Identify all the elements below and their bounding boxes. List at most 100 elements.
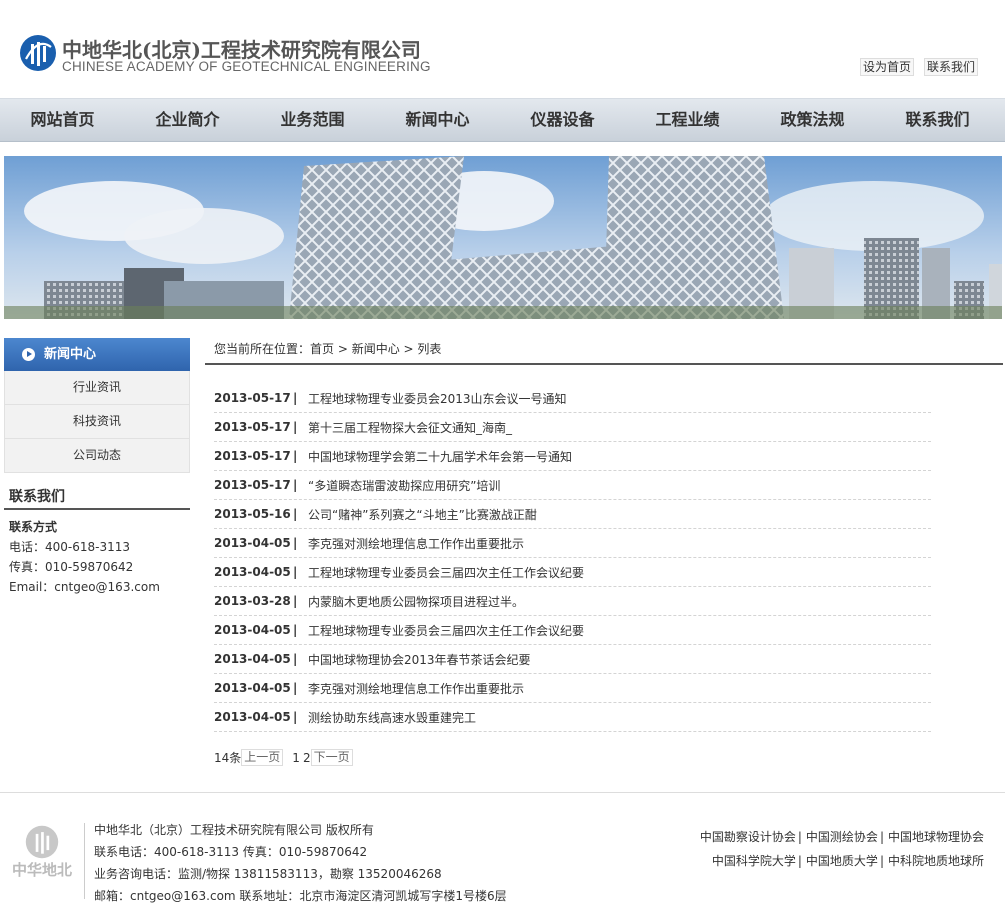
- nav-item-contact[interactable]: 联系我们: [875, 99, 1000, 141]
- sidebar-heading[interactable]: 新闻中心: [4, 338, 190, 371]
- news-title-link[interactable]: 中国地球物理学会第二十九届学术年会第一号通知: [308, 448, 572, 465]
- news-title-link[interactable]: “多道瞬态瑞雷波勘探应用研究”培训: [308, 477, 500, 494]
- news-separator: |: [293, 420, 298, 434]
- news-title-link[interactable]: 内蒙脑木更地质公园物探项目进程过半。: [308, 593, 524, 610]
- page-1-link[interactable]: 1: [292, 751, 300, 765]
- news-date: 2013-05-17: [214, 420, 291, 434]
- footer-links-row-2: 中国科学院大学 | 中国地质大学 | 中科院地质地球所: [712, 852, 984, 869]
- breadcrumb-prefix: 您当前所在位置：: [214, 342, 311, 356]
- news-item: 2013-04-05 | 李克强对测绘地理信息工作作出重要批示: [214, 529, 931, 558]
- nav-item-about[interactable]: 企业简介: [125, 99, 250, 141]
- news-date: 2013-04-05: [214, 623, 291, 637]
- footer-copyright: 中地华北（北京）工程技术研究院有限公司 版权所有: [94, 823, 374, 837]
- footer-phone: 联系电话：400-618-3113 传真：010-59870642: [94, 845, 368, 859]
- news-date: 2013-05-17: [214, 478, 291, 492]
- news-separator: |: [293, 449, 298, 463]
- footer-link-separator: |: [797, 854, 802, 868]
- set-homepage-link[interactable]: 设为首页: [859, 58, 914, 76]
- contact-fax: 传真：010-59870642: [9, 560, 134, 574]
- news-date: 2013-04-05: [214, 652, 291, 666]
- nav-item-news[interactable]: 新闻中心: [375, 99, 500, 141]
- footer-link-surveying[interactable]: 中国测绘协会: [806, 830, 878, 844]
- prev-page-button[interactable]: 上一页: [241, 749, 284, 766]
- news-item: 2013-05-16 | 公司“赌神”系列赛之“斗地主”比赛激战正酣: [214, 500, 931, 529]
- news-title-link[interactable]: 中国地球物理协会2013年春节茶话会纪要: [308, 651, 531, 668]
- news-date: 2013-05-17: [214, 449, 291, 463]
- news-title-link[interactable]: 工程地球物理专业委员会三届四次主任工作会议纪要: [308, 622, 584, 639]
- footer-link-ucas[interactable]: 中国科学院大学: [712, 854, 796, 868]
- news-item: 2013-04-05 | 工程地球物理专业委员会三届四次主任工作会议纪要: [214, 558, 931, 587]
- news-separator: |: [293, 681, 298, 695]
- news-title-link[interactable]: 公司“赌神”系列赛之“斗地主”比赛激战正酣: [308, 506, 537, 523]
- news-date: 2013-04-05: [214, 536, 291, 550]
- sidebar-menu: 行业资讯 科技资讯 公司动态: [4, 371, 190, 473]
- nav-item-services[interactable]: 业务范围: [250, 99, 375, 141]
- news-date: 2013-05-17: [214, 391, 291, 405]
- nav-item-policy[interactable]: 政策法规: [750, 99, 875, 141]
- breadcrumb-separator: >: [334, 342, 352, 356]
- sidebar-item-tech-news[interactable]: 科技资讯: [4, 405, 190, 439]
- news-title-link[interactable]: 工程地球物理专业委员会三届四次主任工作会议纪要: [308, 564, 584, 581]
- nav-item-projects[interactable]: 工程业绩: [625, 99, 750, 141]
- main-nav: 网站首页 企业简介 业务范围 新闻中心 仪器设备 工程业绩 政策法规 联系我们: [0, 98, 1005, 142]
- news-separator: |: [293, 391, 298, 405]
- news-separator: |: [293, 710, 298, 724]
- contact-subtitle: 联系方式: [9, 520, 58, 534]
- next-page-button[interactable]: 下一页: [310, 749, 353, 766]
- footer-hotline: 业务咨询电话：监测/物探 13811583113，勘察 13520046268: [94, 867, 442, 881]
- sidebar-heading-label: 新闻中心: [44, 347, 97, 362]
- news-item: 2013-05-17 | 第十三届工程物探大会征文通知_海南_: [214, 413, 931, 442]
- news-item: 2013-04-05 | 李克强对测绘地理信息工作作出重要批示: [214, 674, 931, 703]
- news-date: 2013-05-16: [214, 507, 291, 521]
- nav-item-equipment[interactable]: 仪器设备: [500, 99, 625, 141]
- top-contact-link[interactable]: 联系我们: [923, 58, 978, 76]
- contact-email: Email：cntgeo@163.com: [9, 580, 160, 594]
- news-item: 2013-05-17 | 工程地球物理专业委员会2013山东会议一号通知: [214, 384, 931, 413]
- breadcrumb-home-link[interactable]: 首页: [310, 342, 334, 356]
- news-title-link[interactable]: 测绘协助东线高速水毁重建完工: [308, 709, 476, 726]
- footer-link-separator: |: [797, 830, 802, 844]
- news-separator: |: [293, 565, 298, 579]
- news-separator: |: [293, 594, 298, 608]
- nav-item-home[interactable]: 网站首页: [0, 99, 125, 141]
- footer-address: 邮箱：cntgeo@163.com 联系地址：北京市海淀区清河凯城写字楼1号楼6…: [94, 889, 507, 903]
- news-separator: |: [293, 478, 298, 492]
- footer-vertical-divider: [84, 823, 85, 899]
- pagination: 14条 上一页 1 2 下一页: [214, 749, 353, 766]
- news-separator: |: [293, 536, 298, 550]
- breadcrumb-current: 列表: [417, 342, 442, 356]
- footer-logo: 中华地北: [8, 824, 76, 880]
- news-title-link[interactable]: 李克强对测绘地理信息工作作出重要批示: [308, 535, 524, 552]
- breadcrumb: 您当前所在位置：首页 > 新闻中心 > 列表: [214, 340, 441, 357]
- site-header: 中地华北(北京)工程技术研究院有限公司 CHINESE ACADEMY OF G…: [0, 0, 1005, 98]
- news-item: 2013-05-17 | “多道瞬态瑞雷波勘探应用研究”培训: [214, 471, 931, 500]
- news-item: 2013-04-05 | 测绘协助东线高速水毁重建完工: [214, 703, 931, 732]
- news-date: 2013-04-05: [214, 565, 291, 579]
- footer-link-iggcas[interactable]: 中科院地质地球所: [888, 854, 984, 868]
- news-date: 2013-04-05: [214, 681, 291, 695]
- news-date: 2013-03-28: [214, 594, 291, 608]
- news-separator: |: [293, 507, 298, 521]
- footer-link-survey-design[interactable]: 中国勘察设计协会: [700, 830, 796, 844]
- page-2-link[interactable]: 2: [303, 751, 311, 765]
- breadcrumb-separator: >: [399, 342, 418, 356]
- breadcrumb-news-link[interactable]: 新闻中心: [352, 342, 400, 356]
- news-title-link[interactable]: 工程地球物理专业委员会2013山东会议一号通知: [308, 390, 567, 407]
- contact-phone: 电话：400-618-3113: [9, 540, 131, 554]
- banner-image: [4, 156, 1002, 319]
- news-title-link[interactable]: 第十三届工程物探大会征文通知_海南_: [308, 419, 512, 436]
- news-list: 2013-05-17 | 工程地球物理专业委员会2013山东会议一号通知 2013-…: [214, 384, 931, 732]
- logo-title-en: CHINESE ACADEMY OF GEOTECHNICAL ENGINEER…: [62, 59, 431, 74]
- top-links: 设为首页 联系我们: [859, 58, 978, 76]
- play-circle-icon: [22, 348, 35, 361]
- news-separator: |: [293, 652, 298, 666]
- footer-link-geophysics[interactable]: 中国地球物理协会: [888, 830, 984, 844]
- footer-link-cug[interactable]: 中国地质大学: [806, 854, 878, 868]
- news-date: 2013-04-05: [214, 710, 291, 724]
- company-logo-icon[interactable]: [18, 33, 58, 73]
- news-title-link[interactable]: 李克强对测绘地理信息工作作出重要批示: [308, 680, 524, 697]
- sidebar-item-industry-news[interactable]: 行业资讯: [4, 371, 190, 405]
- contact-title: 联系我们: [9, 489, 65, 505]
- sidebar-item-company-news[interactable]: 公司动态: [4, 439, 190, 473]
- breadcrumb-divider: [205, 363, 1003, 365]
